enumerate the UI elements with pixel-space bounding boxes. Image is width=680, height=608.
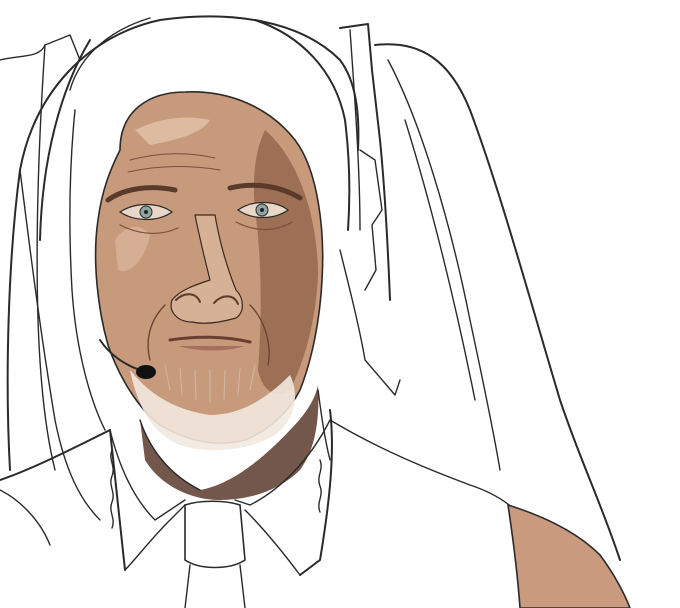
portrait-artwork xyxy=(0,0,680,608)
